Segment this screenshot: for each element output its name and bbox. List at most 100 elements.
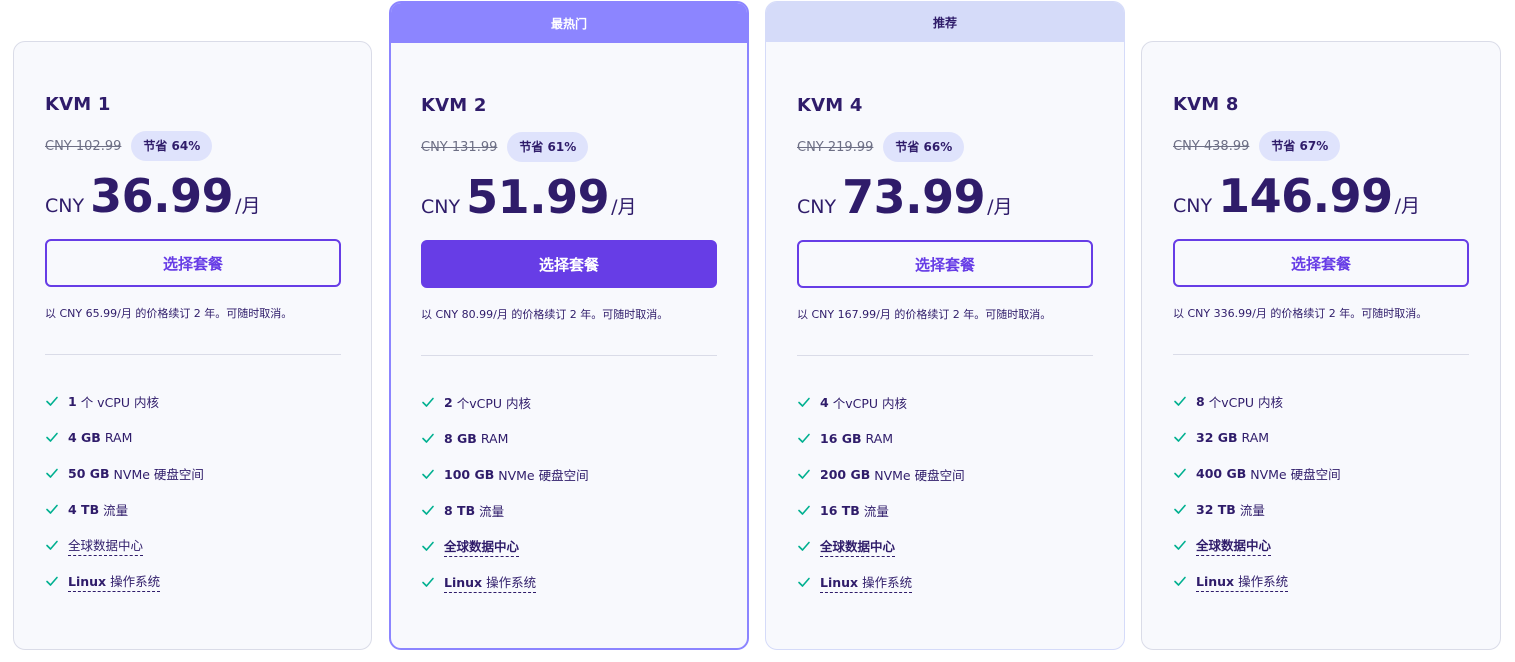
os-name: Linux [820,574,859,590]
check-icon [798,505,810,515]
price-period: /月 [611,196,637,218]
feature-value: 8 TB [444,502,476,518]
feature-item-storage: 100 GB NVMe 硬盘空间 [421,456,717,492]
price-currency: CNY [421,196,461,218]
datacenter-tooltip-link[interactable]: 全球数据中心 [1196,535,1272,556]
feature-item-vcpu: 2 个vCPU 内核 [421,384,717,420]
select-plan-button[interactable]: 选择套餐 [1173,239,1469,287]
feature-item-bandwidth: 16 TB 流量 [797,492,1093,528]
check-icon [46,504,58,514]
os-tooltip-link[interactable]: Linux 操作系统 [444,572,537,593]
feature-value: 4 GB [68,429,101,445]
save-badge: 节省 66% [883,132,965,162]
feature-value: 32 GB [1196,429,1238,445]
price-currency: CNY [1173,195,1213,217]
feature-value: 1 [68,393,77,409]
recommended-ribbon: 推荐 [766,2,1124,42]
feature-label: NVMe 硬盘空间 [113,466,204,482]
save-badge: 节省 67% [1259,131,1341,161]
select-plan-button[interactable]: 选择套餐 [421,240,717,288]
price-row: CNY 102.99 节省 64% [45,131,341,161]
price-row: CNY 219.99 节省 66% [797,132,1093,162]
old-price: CNY 438.99 [1173,138,1250,154]
os-tooltip-link[interactable]: Linux 操作系统 [68,571,161,592]
price-currency: CNY [45,195,85,217]
feature-item-os: Linux 操作系统 [1173,563,1469,599]
feature-label: RAM [480,430,509,446]
feature-item-ram: 32 GB RAM [1173,419,1469,455]
plan-card-body: KVM 8 CNY 438.99 节省 67% CNY 146.99 /月 选择… [1173,94,1469,599]
check-icon [798,541,810,551]
check-icon [422,469,434,479]
price-amount: 146.99 [1218,169,1393,223]
check-icon [46,540,58,550]
feature-item-vcpu: 8 个vCPU 内核 [1173,383,1469,419]
plan-card-body: KVM 1 CNY 102.99 节省 64% CNY 36.99 /月 选择套… [45,94,341,599]
select-plan-button[interactable]: 选择套餐 [797,240,1093,288]
check-icon [46,396,58,406]
feature-value: 100 GB [444,466,495,482]
renewal-note: 以 CNY 65.99/月 的价格续订 2 年。可随时取消。 [45,307,293,320]
datacenter-tooltip-link[interactable]: 全球数据中心 [444,536,520,557]
check-icon [422,433,434,443]
check-icon [798,469,810,479]
check-icon [1174,468,1186,478]
plan-card-body: KVM 4 CNY 219.99 节省 66% CNY 73.99 /月 选择套… [797,95,1093,600]
feature-value: 200 GB [820,466,871,482]
feature-value: 50 GB [68,465,110,481]
price-row: CNY 438.99 节省 67% [1173,131,1469,161]
price-amount: 51.99 [466,170,610,224]
feature-label: 个vCPU 内核 [1208,394,1283,410]
check-icon [422,397,434,407]
plan-card-body: KVM 2 CNY 131.99 节省 61% CNY 51.99 /月 选择套… [421,95,717,600]
plan-card-kvm4: 推荐 KVM 4 CNY 219.99 节省 66% CNY 73.99 /月 … [765,1,1125,650]
price-amount: 36.99 [90,169,234,223]
datacenter-tooltip-link[interactable]: 全球数据中心 [68,535,144,556]
feature-list: 4 个vCPU 内核 16 GB RAM 200 GB NVMe 硬盘空间 16… [797,384,1093,600]
feature-label: NVMe 硬盘空间 [1250,466,1341,482]
select-plan-button[interactable]: 选择套餐 [45,239,341,287]
os-tooltip-link[interactable]: Linux 操作系统 [1196,571,1289,592]
feature-list: 1 个 vCPU 内核 4 GB RAM 50 GB NVMe 硬盘空间 4 T… [45,383,341,599]
check-icon [46,468,58,478]
old-price: CNY 131.99 [421,139,498,155]
os-name: Linux [1196,573,1235,589]
feature-value: 400 GB [1196,465,1247,481]
save-badge: 节省 64% [131,131,213,161]
feature-item-datacenter: 全球数据中心 [1173,527,1469,563]
divider [1173,354,1469,355]
divider [45,354,341,355]
save-badge: 节省 61% [507,132,589,162]
os-tooltip-link[interactable]: Linux 操作系统 [820,572,913,593]
feature-label: 个vCPU 内核 [456,395,531,411]
feature-item-storage: 50 GB NVMe 硬盘空间 [45,455,341,491]
feature-item-vcpu: 4 个vCPU 内核 [797,384,1093,420]
plan-name: KVM 2 [421,95,487,116]
feature-label: 个 vCPU 内核 [80,394,159,410]
price-period: /月 [987,196,1013,218]
check-icon [1174,576,1186,586]
feature-label: NVMe 硬盘空间 [874,467,965,483]
most-popular-ribbon: 最热门 [391,3,747,43]
price-period: /月 [1394,195,1421,217]
os-name: Linux [444,574,483,590]
feature-item-ram: 8 GB RAM [421,420,717,456]
feature-item-os: Linux 操作系统 [421,564,717,600]
check-icon [1174,504,1186,514]
main-price: CNY 146.99 /月 [1173,169,1469,223]
feature-item-bandwidth: 4 TB 流量 [45,491,341,527]
feature-label: RAM [1241,429,1270,445]
feature-item-datacenter: 全球数据中心 [797,528,1093,564]
check-icon [46,432,58,442]
feature-label: RAM [104,429,133,445]
feature-value: 4 [820,394,829,410]
price-row: CNY 131.99 节省 61% [421,132,717,162]
datacenter-tooltip-link[interactable]: 全球数据中心 [820,536,896,557]
feature-item-os: Linux 操作系统 [797,564,1093,600]
main-price: CNY 73.99 /月 [797,170,1093,224]
feature-value: 32 TB [1196,501,1236,517]
feature-value: 8 [1196,393,1205,409]
plan-name: KVM 8 [1173,94,1239,115]
feature-value: 2 [444,394,453,410]
feature-value: 8 GB [444,430,477,446]
